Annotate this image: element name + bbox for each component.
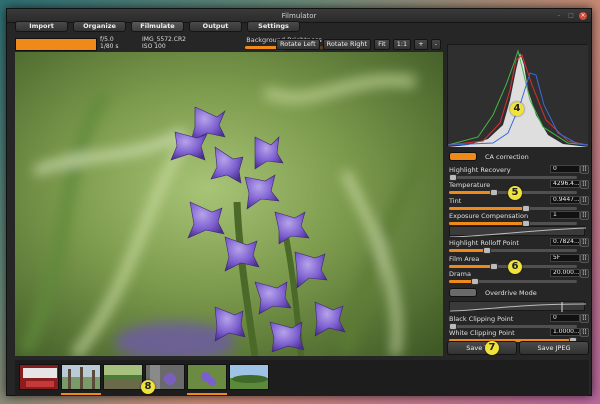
tint-label: Tint — [449, 197, 462, 205]
highlight-rolloff-value[interactable]: 0.7824... — [550, 238, 580, 246]
drama-slider[interactable] — [449, 278, 577, 285]
filmstrip: 8 — [15, 360, 589, 396]
film-area-value[interactable]: 5F — [550, 254, 580, 262]
reset-icon[interactable]: [] — [580, 328, 589, 337]
close-icon[interactable]: × — [579, 12, 587, 20]
highlight-recovery-value[interactable]: 0 — [550, 165, 580, 173]
highlight-rolloff-label: Highlight Rolloff Point — [449, 239, 519, 247]
exposure-compensation-slider[interactable] — [449, 220, 577, 227]
callout-4: 4 — [510, 102, 524, 116]
tone-curve — [449, 227, 587, 238]
black-clipping-value[interactable]: 0 — [550, 314, 580, 322]
processing-progress-bar — [15, 38, 97, 51]
white-clipping-value[interactable]: 1.0000... — [550, 328, 580, 336]
histogram-plot — [447, 45, 589, 147]
tab-organize[interactable]: Organize — [73, 21, 126, 32]
exposure-info: f/5.0 1/80 s — [100, 36, 119, 50]
tab-settings[interactable]: Settings — [247, 21, 300, 32]
tab-output[interactable]: Output — [189, 21, 242, 32]
reset-icon[interactable]: [] — [580, 180, 589, 189]
thumbnail-marker — [61, 393, 101, 395]
tab-import[interactable]: Import — [15, 21, 68, 32]
black-clipping-label: Black Clipping Point — [449, 315, 514, 323]
minimize-icon[interactable]: – — [555, 12, 563, 20]
thumbnail-image — [62, 365, 100, 389]
overdrive-mode-toggle[interactable] — [449, 288, 477, 297]
reset-icon[interactable]: [] — [580, 238, 589, 247]
thumbnail-1[interactable] — [19, 364, 59, 390]
progress-fill — [16, 39, 96, 50]
window-title: Filmulator — [281, 12, 317, 20]
slider-handle[interactable] — [470, 278, 479, 285]
callout-6: 6 — [508, 260, 522, 274]
clipping-curve-preview — [449, 301, 587, 312]
edit-panel: 4 CA correction Highlight Recovery 0 [] … — [445, 37, 589, 357]
reset-icon[interactable]: [] — [580, 314, 589, 323]
thumbnail-image — [104, 365, 142, 389]
callout-7: 7 — [485, 341, 499, 355]
thumbnail-2[interactable] — [61, 364, 101, 390]
shutter-text: 1/80 s — [100, 43, 119, 50]
highlight-rolloff-slider[interactable] — [449, 247, 577, 254]
ca-correction-toggle[interactable] — [449, 152, 477, 161]
slider-fill — [245, 46, 281, 49]
rotate-left-button[interactable]: Rotate Left — [276, 39, 320, 50]
highlight-recovery-label: Highlight Recovery — [449, 166, 511, 174]
aperture-text: f/5.0 — [100, 36, 114, 43]
view-toolbar: Rotate Left Rotate Right Fit 1:1 + - — [276, 39, 441, 50]
thumbnail-3[interactable] — [103, 364, 143, 390]
thumbnail-marker — [187, 393, 227, 395]
save-tiff-button[interactable]: Save TIFF — [447, 341, 517, 355]
slider-handle[interactable] — [489, 189, 498, 196]
maximize-icon[interactable]: □ — [567, 12, 575, 20]
tone-curve-preview — [449, 226, 587, 238]
reset-icon[interactable]: [] — [580, 211, 589, 220]
window-controls: – □ × — [555, 12, 587, 20]
slider-handle[interactable] — [449, 174, 457, 181]
thumbnail-image — [230, 365, 268, 389]
drama-value[interactable]: 20.000... — [550, 269, 580, 277]
tint-slider[interactable] — [449, 205, 577, 212]
slider-handle[interactable] — [483, 247, 492, 254]
filename-text: IMG_5572.CR2 — [142, 36, 186, 43]
temperature-label: Temperature — [449, 181, 491, 189]
reset-icon[interactable]: [] — [580, 196, 589, 205]
reset-icon[interactable]: [] — [580, 165, 589, 174]
thumbnail-5[interactable] — [187, 364, 227, 390]
slider-handle[interactable] — [489, 263, 498, 270]
drama-label: Drama — [449, 270, 471, 278]
zoom-out-button[interactable]: - — [430, 39, 441, 50]
ca-correction-label: CA correction — [485, 153, 529, 161]
exposure-compensation-label: Exposure Compensation — [449, 212, 529, 220]
photo-preview[interactable]: 1 2 3 — [15, 52, 443, 356]
white-clipping-label: White Clipping Point — [449, 329, 515, 337]
thumbnail-6[interactable] — [229, 364, 269, 390]
thumbnail-image — [188, 365, 226, 389]
overdrive-mode-label: Overdrive Mode — [485, 289, 537, 297]
histogram — [447, 44, 589, 147]
iso-text: ISO 100 — [142, 43, 166, 50]
tab-bar: Import Organize Filmulate Output Setting… — [15, 21, 300, 34]
file-info: IMG_5572.CR2 ISO 100 — [142, 36, 186, 50]
rotate-right-button[interactable]: Rotate Right — [322, 39, 372, 50]
thumbnail-image — [20, 365, 58, 389]
temperature-value[interactable]: 4296.4... — [550, 180, 580, 188]
slider-handle[interactable] — [521, 205, 530, 212]
reset-icon[interactable]: [] — [580, 254, 589, 263]
bluebell-photo — [15, 52, 443, 356]
app-window: Filmulator – □ × Import Organize Filmula… — [6, 8, 592, 396]
clipping-curve — [449, 302, 587, 312]
film-area-label: Film Area — [449, 255, 480, 263]
fit-button[interactable]: Fit — [374, 39, 390, 50]
reset-icon[interactable]: [] — [580, 269, 589, 278]
callout-8: 8 — [141, 380, 155, 394]
zoom-in-button[interactable]: + — [414, 39, 428, 50]
tint-value[interactable]: 0.9447... — [550, 196, 580, 204]
one-to-one-button[interactable]: 1:1 — [392, 39, 412, 50]
tab-filmulate[interactable]: Filmulate — [131, 21, 184, 32]
save-jpeg-button[interactable]: Save JPEG — [519, 341, 589, 355]
exposure-compensation-value[interactable]: 1 — [550, 211, 580, 219]
callout-5: 5 — [508, 186, 522, 200]
highlight-recovery-slider[interactable] — [449, 174, 577, 181]
